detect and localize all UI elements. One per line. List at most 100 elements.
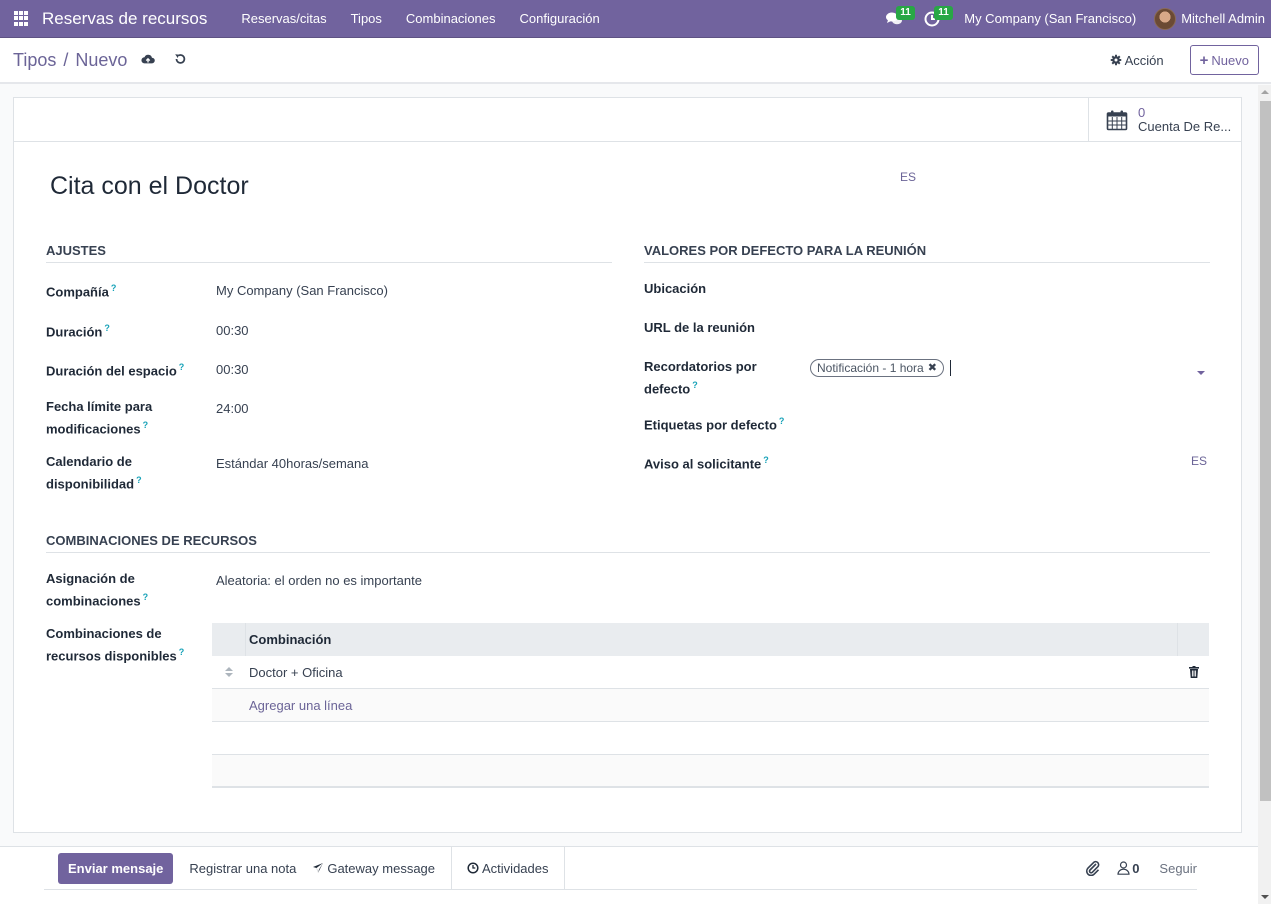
slot-duration-label: Duración del espacio? [46,358,206,380]
delete-row-button[interactable] [1178,666,1209,678]
requester-notice-label: Aviso al solicitante? [644,451,814,473]
help-icon[interactable]: ? [143,592,149,602]
messaging-menu[interactable]: 11 [880,0,915,38]
help-icon[interactable]: ? [136,475,142,485]
deadline-label-line2: modificaciones [46,421,141,437]
slot-duration-field[interactable]: 00:30 [216,360,249,379]
duration-label: Duración? [46,319,186,341]
calendar-label-line2: disponibilidad [46,476,135,492]
new-record-button[interactable]: + Nuevo [1189,45,1259,75]
chatter: Enviar mensaje Registrar una nota Gatewa… [0,846,1258,904]
available-label-line2: recursos disponibles [46,648,177,664]
help-icon[interactable]: ? [104,323,110,333]
calendar-label-line1: Calendario de [46,454,132,469]
save-button[interactable] [141,52,157,68]
activities-button[interactable]: Actividades [451,846,565,890]
reminder-tag-label: Notificación - 1 hora [817,361,924,375]
company-switcher[interactable]: My Company (San Francisco) [964,11,1136,26]
scroll-up-arrow-icon[interactable] [1261,90,1269,94]
messages-badge: 11 [896,5,915,20]
stat-label: Cuenta De Re... [1138,119,1232,134]
company-label-text: Compañía [46,284,109,300]
bookings-count-button[interactable]: 0 Cuenta De Re... [1088,98,1241,142]
help-icon[interactable]: ? [779,416,785,426]
notice-translate-button[interactable]: ES [1191,454,1207,468]
stat-value: 0 [1138,105,1146,120]
help-icon[interactable]: ? [763,455,769,465]
undo-icon [175,54,186,64]
name-translate-button[interactable]: ES [900,170,916,184]
scroll-down-arrow-icon[interactable] [1261,895,1269,899]
available-combinations-label: Combinaciones de recursos disponibles? [46,624,206,665]
help-icon[interactable]: ? [179,362,185,372]
control-panel-actions: Acción + Nuevo [1110,45,1259,75]
reminders-dropdown-caret-icon[interactable] [1197,371,1205,375]
gateway-message-button[interactable]: Gateway message [312,861,435,876]
deadline-field[interactable]: 24:00 [216,399,249,418]
menu-configuracion[interactable]: Configuración [508,0,612,38]
column-header-combination[interactable]: Combinación [246,623,1178,656]
location-field[interactable] [814,279,1209,298]
user-name: Mitchell Admin [1181,11,1265,26]
duration-field[interactable]: 00:30 [216,321,249,340]
followers-button[interactable]: 0 [1117,861,1139,876]
slot-duration-label-text: Duración del espacio [46,363,177,379]
clock-icon [467,862,479,874]
requester-notice-field[interactable] [814,451,1184,470]
assignment-field[interactable]: Aleatoria: el orden no es importante [216,571,422,590]
menu-combinaciones[interactable]: Combinaciones [394,0,508,38]
section-combinations-title: COMBINACIONES DE RECURSOS [46,533,1210,553]
chatter-topbar: Enviar mensaje Registrar una nota Gatewa… [44,846,1197,890]
add-line-link[interactable]: Agregar una línea [246,698,352,713]
app-name[interactable]: Reservas de recursos [42,9,207,29]
activity-menu[interactable]: 11 [918,0,953,38]
action-menu-button[interactable]: Acción [1110,53,1164,68]
default-tags-field[interactable] [814,412,1209,431]
breadcrumb-current: Nuevo [75,49,128,70]
name-input[interactable]: Cita con el Doctor [50,172,249,201]
gateway-message-label: Gateway message [327,860,436,876]
stat-text: 0 Cuenta De Re... [1138,106,1231,134]
plane-icon [313,863,324,873]
apps-menu-icon[interactable] [14,10,30,27]
trash-icon [1188,666,1199,678]
log-note-button[interactable]: Registrar una nota [189,861,296,876]
discard-button[interactable] [173,52,189,68]
remove-tag-icon[interactable]: ✖ [928,360,937,376]
help-icon[interactable]: ? [692,380,698,390]
empty-row [212,722,1209,755]
menu-tipos[interactable]: Tipos [339,0,394,38]
reminders-input[interactable] [954,359,1194,378]
main-menu: Reservas/citas Tipos Combinaciones Confi… [229,0,611,38]
company-field[interactable]: My Company (San Francisco) [216,281,388,300]
deadline-label-line1: Fecha límite para [46,399,153,414]
follow-button[interactable]: Seguir [1159,861,1197,876]
form-sheet: 0 Cuenta De Re... Cita con el Doctor ES … [13,97,1242,833]
send-message-button[interactable]: Enviar mensaje [58,852,174,884]
user-menu[interactable]: Mitchell Admin [1154,7,1265,30]
plus-icon: + [1199,51,1209,69]
header-delete-cell [1178,623,1209,656]
systray: 11 11 My Company (San Francisco) Mitchel… [880,0,1271,38]
breadcrumb-tipos[interactable]: Tipos [13,50,56,71]
vertical-scrollbar[interactable] [1258,85,1271,904]
menu-reservas-citas[interactable]: Reservas/citas [229,0,338,38]
duration-label-text: Duración [46,324,103,340]
activities-label: Actividades [482,860,549,876]
meeting-url-field[interactable] [814,318,1209,337]
drag-handle[interactable] [212,667,246,677]
calendar-label: Calendario de disponibilidad? [46,452,186,493]
combination-cell[interactable]: Doctor + Oficina [246,665,1178,680]
combinations-table: Combinación Doctor + Oficina Agregar una… [212,623,1209,788]
location-label: Ubicación [644,281,707,296]
calendar-field[interactable]: Estándar 40horas/semana [216,454,368,473]
help-icon[interactable]: ? [143,420,149,430]
table-row[interactable]: Doctor + Oficina [212,656,1209,689]
user-avatar [1154,7,1177,30]
help-icon[interactable]: ? [179,647,185,657]
scrollbar-thumb[interactable] [1260,101,1271,801]
paperclip-icon[interactable] [1085,860,1101,876]
calendar-icon [1106,110,1128,131]
control-panel: Tipos / Nuevo Acción + Nuevo [0,38,1271,84]
help-icon[interactable]: ? [111,283,117,293]
